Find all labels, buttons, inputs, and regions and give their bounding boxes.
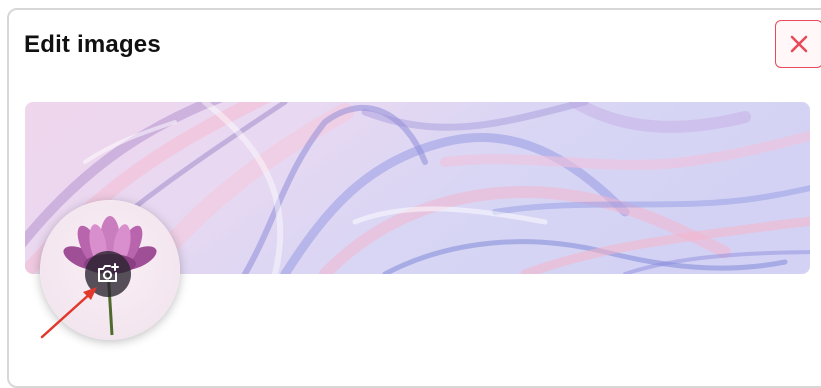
camera-plus-icon bbox=[98, 263, 119, 282]
close-icon bbox=[790, 35, 808, 53]
close-button[interactable] bbox=[775, 20, 821, 68]
dialog-title: Edit images bbox=[24, 31, 161, 58]
change-avatar-button[interactable] bbox=[85, 251, 131, 297]
